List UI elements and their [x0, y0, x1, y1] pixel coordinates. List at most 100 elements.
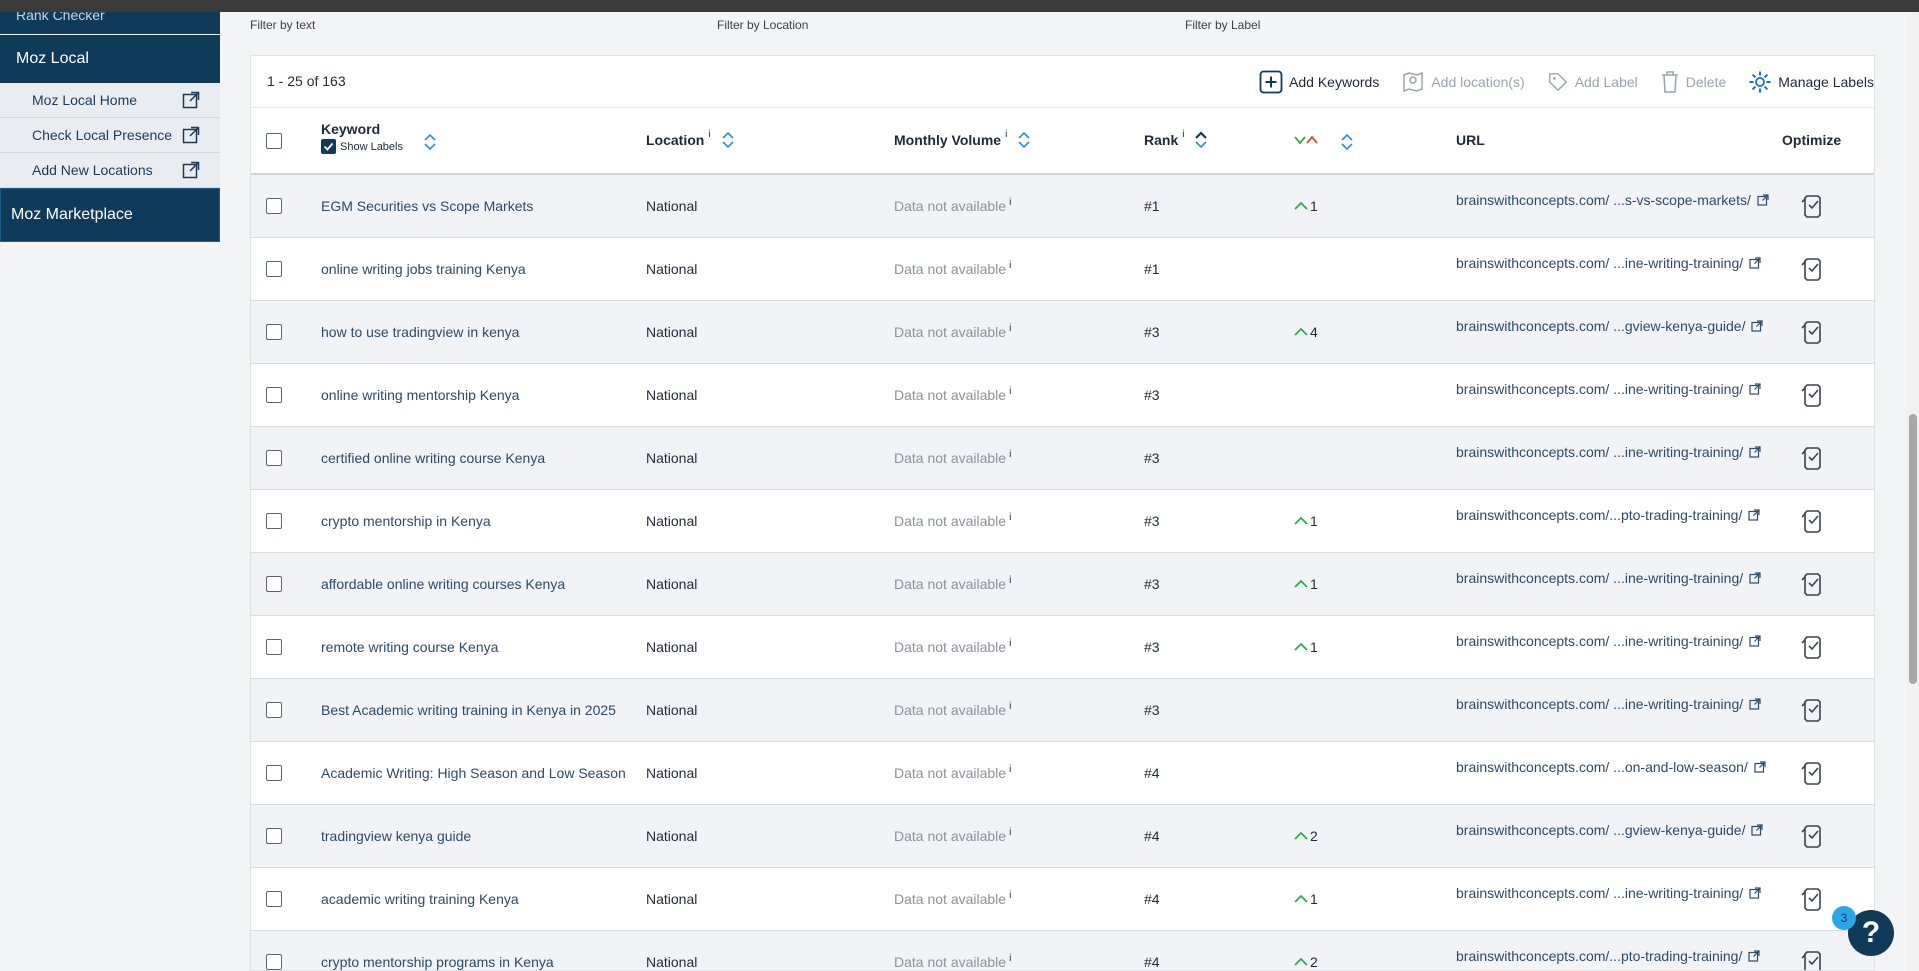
external-link-icon[interactable] — [1751, 194, 1769, 206]
keyword-cell[interactable]: remote writing course Kenya — [321, 616, 498, 678]
info-icon[interactable]: i — [1005, 129, 1007, 140]
external-link-icon[interactable] — [1743, 572, 1761, 584]
sidebar-section-moz-marketplace[interactable]: Moz Marketplace — [0, 188, 220, 242]
optimize-icon[interactable] — [1796, 742, 1826, 804]
row-checkbox[interactable] — [266, 805, 282, 867]
sort-icon[interactable] — [423, 132, 437, 152]
keyword-cell[interactable]: academic writing training Kenya — [321, 868, 519, 930]
add-label-button[interactable]: Add Label — [1547, 71, 1638, 93]
optimize-icon[interactable] — [1796, 931, 1826, 970]
url-text[interactable]: brainswithconcepts.com/ ...ine-writing-t… — [1456, 885, 1743, 901]
info-icon[interactable]: i — [708, 129, 710, 140]
add-locations-button[interactable]: Add location(s) — [1401, 70, 1525, 94]
info-icon[interactable]: i — [1009, 701, 1011, 712]
filter-label-label[interactable]: Filter by Label — [1185, 18, 1260, 32]
keyword-cell[interactable]: certified online writing course Kenya — [321, 427, 545, 489]
row-checkbox[interactable] — [266, 364, 282, 426]
optimize-icon[interactable] — [1796, 679, 1826, 741]
filter-location-label[interactable]: Filter by Location — [717, 18, 808, 32]
keyword-cell[interactable]: Best Academic writing training in Kenya … — [321, 679, 616, 741]
url-cell[interactable]: brainswithconcepts.com/ ...ine-writing-t… — [1456, 673, 1761, 735]
sidebar-item-moz-local-home[interactable]: Moz Local Home — [0, 83, 220, 118]
url-text[interactable]: brainswithconcepts.com/ ...ine-writing-t… — [1456, 633, 1743, 649]
url-cell[interactable]: brainswithconcepts.com/...pto-trading-tr… — [1456, 484, 1760, 546]
url-cell[interactable]: brainswithconcepts.com/ ...ine-writing-t… — [1456, 547, 1761, 609]
info-icon[interactable]: i — [1009, 638, 1011, 649]
optimize-icon[interactable] — [1796, 175, 1826, 237]
sidebar-item-check-local-presence[interactable]: Check Local Presence — [0, 118, 220, 153]
keyword-cell[interactable]: how to use tradingview in kenya — [321, 301, 519, 363]
external-link-icon[interactable] — [1742, 509, 1760, 521]
url-cell[interactable]: brainswithconcepts.com/ ...gview-kenya-g… — [1456, 295, 1764, 357]
keyword-cell[interactable]: online writing mentorship Kenya — [321, 364, 519, 426]
external-link-icon[interactable] — [1743, 383, 1761, 395]
sort-icon[interactable] — [1194, 130, 1208, 150]
sort-icon[interactable] — [1340, 132, 1354, 152]
external-link-icon[interactable] — [1743, 446, 1761, 458]
external-link-icon[interactable] — [1743, 698, 1761, 710]
row-checkbox[interactable] — [266, 679, 282, 741]
url-cell[interactable]: brainswithconcepts.com/ ...gview-kenya-g… — [1456, 799, 1764, 861]
info-icon[interactable]: i — [1009, 386, 1011, 397]
url-text[interactable]: brainswithconcepts.com/ ...ine-writing-t… — [1456, 570, 1743, 586]
optimize-icon[interactable] — [1796, 616, 1826, 678]
external-link-icon[interactable] — [1748, 761, 1766, 773]
url-text[interactable]: brainswithconcepts.com/ ...on-and-low-se… — [1456, 759, 1748, 775]
external-link-icon[interactable] — [1743, 635, 1761, 647]
info-icon[interactable]: i — [1009, 953, 1011, 964]
scrollbar[interactable] — [1907, 12, 1919, 971]
optimize-icon[interactable] — [1796, 427, 1826, 489]
location-header[interactable]: Location i — [646, 129, 735, 150]
info-icon[interactable]: i — [1009, 512, 1011, 523]
row-checkbox[interactable] — [266, 868, 282, 930]
sidebar-item-add-new-locations[interactable]: Add New Locations — [0, 153, 220, 188]
optimize-icon[interactable] — [1796, 805, 1826, 867]
url-text[interactable]: brainswithconcepts.com/ ...ine-writing-t… — [1456, 444, 1743, 460]
row-checkbox[interactable] — [266, 742, 282, 804]
optimize-icon[interactable] — [1796, 301, 1826, 363]
sort-icon[interactable] — [721, 130, 735, 150]
keyword-cell[interactable]: online writing jobs training Kenya — [321, 238, 526, 300]
show-labels-toggle[interactable]: Show Labels — [321, 139, 403, 154]
url-cell[interactable]: brainswithconcepts.com/ ...on-and-low-se… — [1456, 736, 1766, 798]
keyword-header[interactable]: Keyword Show Labels — [321, 121, 403, 154]
keyword-cell[interactable]: crypto mentorship in Kenya — [321, 490, 491, 552]
info-icon[interactable]: i — [1009, 827, 1011, 838]
url-text[interactable]: brainswithconcepts.com/...pto-trading-tr… — [1456, 507, 1742, 523]
keyword-cell[interactable]: tradingview kenya guide — [321, 805, 471, 867]
row-checkbox[interactable] — [266, 490, 282, 552]
info-icon[interactable]: i — [1009, 764, 1011, 775]
info-icon[interactable]: i — [1009, 323, 1011, 334]
info-icon[interactable]: i — [1009, 890, 1011, 901]
info-icon[interactable]: i — [1182, 129, 1184, 140]
external-link-icon[interactable] — [1743, 887, 1761, 899]
add-keywords-button[interactable]: Add Keywords — [1259, 70, 1379, 94]
row-checkbox[interactable] — [266, 175, 282, 237]
sort-icon[interactable] — [1017, 130, 1031, 150]
scrollbar-thumb[interactable] — [1909, 414, 1917, 684]
optimize-icon[interactable] — [1796, 553, 1826, 615]
row-checkbox[interactable] — [266, 553, 282, 615]
keyword-cell[interactable]: EGM Securities vs Scope Markets — [321, 175, 533, 237]
url-text[interactable]: brainswithconcepts.com/ ...ine-writing-t… — [1456, 696, 1743, 712]
optimize-icon[interactable] — [1796, 238, 1826, 300]
url-cell[interactable]: brainswithconcepts.com/...pto-trading-tr… — [1456, 925, 1760, 970]
url-text[interactable]: brainswithconcepts.com/ ...gview-kenya-g… — [1456, 318, 1745, 334]
select-all-checkbox[interactable] — [266, 133, 282, 149]
rank-header[interactable]: Rank i — [1144, 129, 1208, 150]
url-cell[interactable]: brainswithconcepts.com/ ...s-vs-scope-ma… — [1456, 169, 1769, 231]
optimize-icon[interactable] — [1796, 364, 1826, 426]
external-link-icon[interactable] — [1743, 257, 1761, 269]
info-icon[interactable]: i — [1009, 449, 1011, 460]
url-cell[interactable]: brainswithconcepts.com/ ...ine-writing-t… — [1456, 610, 1761, 672]
row-checkbox[interactable] — [266, 616, 282, 678]
info-icon[interactable]: i — [1009, 197, 1011, 208]
keyword-cell[interactable]: crypto mentorship programs in Kenya — [321, 931, 554, 970]
delete-button[interactable]: Delete — [1660, 70, 1726, 94]
url-text[interactable]: brainswithconcepts.com/ ...ine-writing-t… — [1456, 381, 1743, 397]
row-checkbox[interactable] — [266, 931, 282, 970]
external-link-icon[interactable] — [1745, 824, 1764, 836]
url-cell[interactable]: brainswithconcepts.com/ ...ine-writing-t… — [1456, 358, 1761, 420]
info-icon[interactable]: i — [1009, 260, 1011, 271]
row-checkbox[interactable] — [266, 238, 282, 300]
